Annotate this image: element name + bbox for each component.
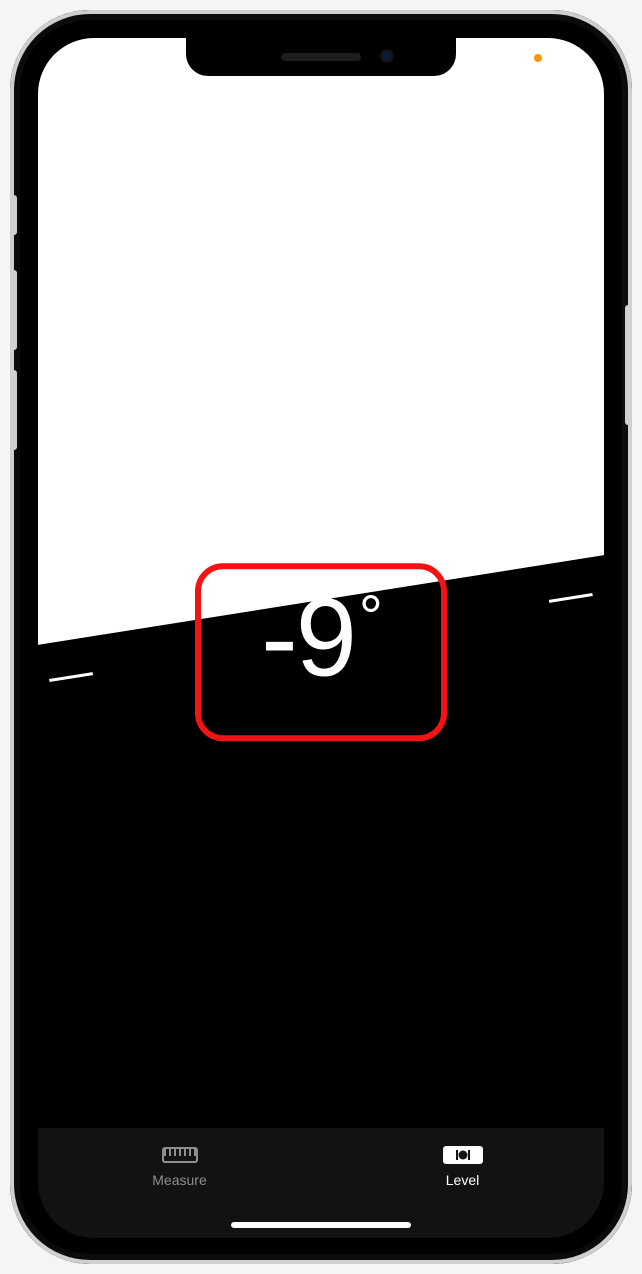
phone-frame: -9° Measure Level (10, 10, 632, 1264)
volume-down-button (10, 370, 17, 450)
tab-measure[interactable]: Measure (38, 1142, 321, 1188)
angle-unit: ° (359, 583, 381, 652)
ring-switch (11, 195, 17, 235)
notch (186, 38, 456, 76)
earpiece-speaker (281, 53, 361, 61)
tab-level-label: Level (446, 1172, 479, 1188)
front-camera (380, 49, 394, 63)
tab-measure-label: Measure (152, 1172, 206, 1188)
ruler-icon (160, 1142, 200, 1168)
tab-level[interactable]: Level (321, 1142, 604, 1188)
angle-readout: -9° (261, 575, 381, 702)
side-button (625, 305, 632, 425)
home-indicator[interactable] (231, 1222, 411, 1228)
angle-value: -9 (261, 575, 355, 702)
mic-indicator-dot (534, 54, 542, 62)
volume-up-button (10, 270, 17, 350)
level-icon (443, 1142, 483, 1168)
screen[interactable]: -9° Measure Level (38, 38, 604, 1238)
